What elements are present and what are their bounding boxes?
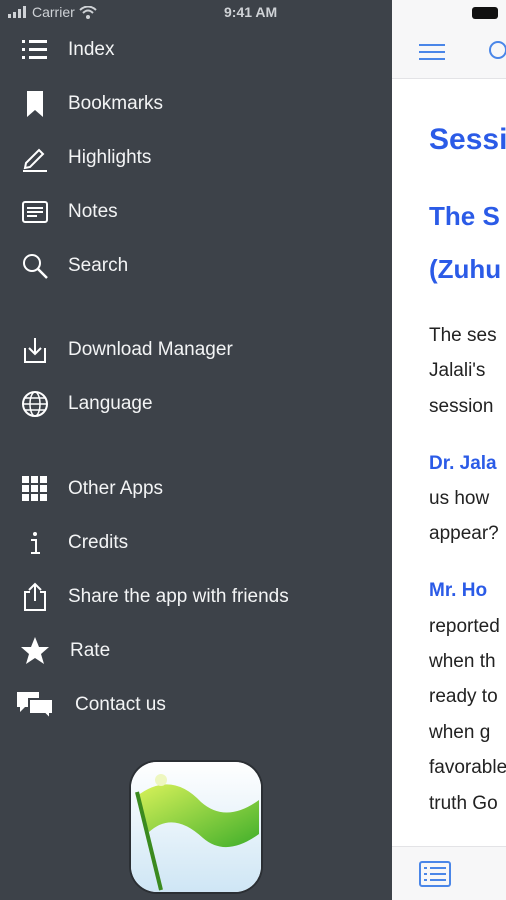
search-icon[interactable] (488, 40, 506, 64)
content-text-line: favorable (429, 757, 506, 778)
chat-icon (14, 688, 56, 722)
star-icon (18, 634, 52, 668)
content-text-line: when g (429, 722, 491, 743)
menu-item-label: Index (68, 39, 115, 60)
menu-item-label: Bookmarks (68, 93, 164, 114)
menu-item-search[interactable]: Search (0, 244, 392, 288)
menu-item-label: Credits (68, 532, 129, 553)
menu-item-label: Other Apps (68, 478, 164, 499)
content-text-line: reported (429, 616, 500, 637)
menu-item-contact-us[interactable]: Contact us (0, 683, 392, 727)
menu-item-label: Download Manager (68, 339, 233, 360)
content-text-line: us how (429, 488, 490, 509)
menu-item-label: Language (68, 393, 153, 414)
status-time: 9:41 AM (224, 4, 278, 20)
signal-icon (8, 6, 26, 18)
menu-item-language[interactable]: Language (0, 382, 392, 426)
menu-item-bookmarks[interactable]: Bookmarks (0, 82, 392, 126)
menu-item-label: Rate (70, 640, 111, 661)
reader-content-panel: Sessi The S (Zuhu The ses Jalali's sessi… (392, 0, 506, 900)
share-icon (18, 580, 52, 614)
reader-bottom-bar (392, 846, 506, 900)
reader-top-bar (392, 0, 506, 79)
menu-item-label: Highlights (68, 147, 152, 168)
content-text-line: when th (429, 651, 496, 672)
app-logo (131, 762, 261, 892)
pencil-icon (18, 141, 52, 175)
content-text-line: ready to (429, 686, 498, 707)
content-subheading: (Zuhu (429, 254, 502, 284)
content-text-line: Jalali's (429, 360, 486, 381)
menu-item-rate[interactable]: Rate (0, 629, 392, 673)
notes-icon[interactable] (419, 861, 451, 887)
download-icon (18, 333, 52, 367)
menu-item-share[interactable]: Share the app with friends (0, 575, 392, 619)
menu-item-highlights[interactable]: Highlights (0, 136, 392, 180)
notes-icon (18, 195, 52, 229)
menu-item-download-manager[interactable]: Download Manager (0, 328, 392, 372)
battery-icon (472, 7, 498, 19)
content-heading: Sessi (429, 123, 506, 156)
menu-item-credits[interactable]: Credits (0, 521, 392, 565)
hamburger-icon[interactable] (419, 42, 447, 62)
grid-icon (18, 472, 52, 506)
info-icon (18, 526, 52, 560)
menu-item-index[interactable]: Index (0, 28, 392, 72)
content-text-line: truth Go (429, 793, 498, 814)
globe-icon (18, 387, 52, 421)
wifi-icon (79, 5, 97, 19)
content-text-line: appear? (429, 523, 499, 544)
menu-item-label: Share the app with friends (68, 586, 289, 607)
content-speaker-line: Dr. Jala (429, 453, 497, 474)
list-icon (18, 33, 52, 67)
content-subheading: The S (429, 201, 500, 231)
status-bar-left: Carrier (8, 4, 97, 20)
menu-item-other-apps[interactable]: Other Apps (0, 467, 392, 511)
menu-item-notes[interactable]: Notes (0, 190, 392, 234)
content-speaker-line: Mr. Ho (429, 580, 488, 601)
carrier-label: Carrier (32, 4, 75, 20)
bookmark-icon (18, 87, 52, 121)
menu-item-label: Notes (68, 201, 118, 222)
content-text-line: The ses (429, 325, 497, 346)
search-icon (18, 249, 52, 283)
menu-item-label: Contact us (75, 694, 166, 715)
menu-item-label: Search (68, 255, 129, 276)
content-text-line: session (429, 396, 494, 417)
side-drawer: Carrier 9:41 AM Index Bookmarks Highligh… (0, 0, 392, 900)
